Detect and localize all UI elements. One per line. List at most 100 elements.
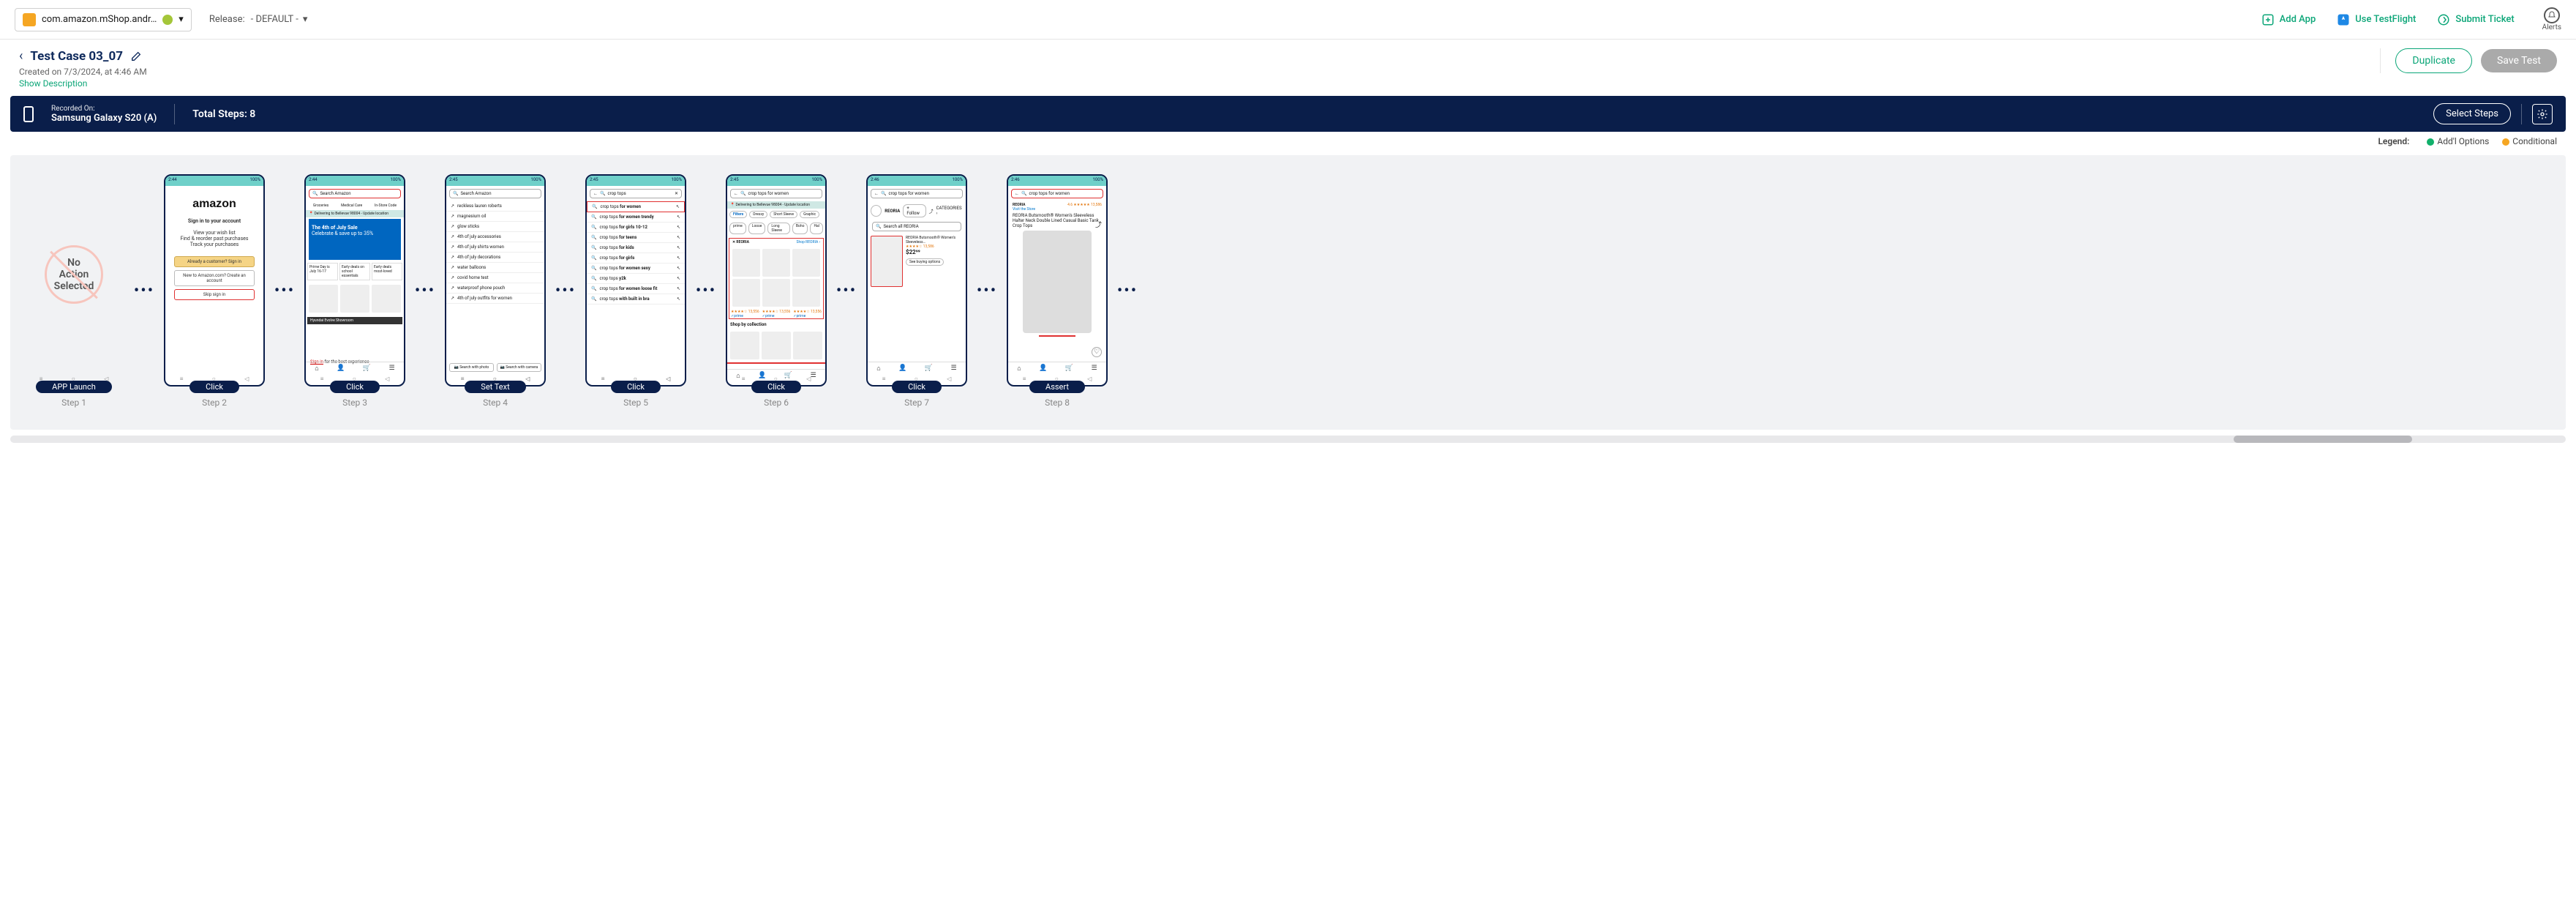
search-suggestion: ↗glow sticks bbox=[446, 222, 544, 232]
alerts-button[interactable]: Alerts bbox=[2542, 7, 2561, 31]
search-suggestion: ↗water balloons bbox=[446, 263, 544, 273]
phone-screenshot[interactable]: NoActionSelected≡○◁ bbox=[23, 174, 124, 386]
step-label: Step 1 bbox=[61, 397, 86, 408]
signin-line: Find & reorder past purchases bbox=[170, 236, 259, 242]
add-app-link[interactable]: Add App bbox=[2261, 12, 2316, 27]
product-thumb bbox=[732, 249, 760, 277]
search-box: 🔍Search Amazon bbox=[309, 189, 401, 198]
show-description-link[interactable]: Show Description bbox=[19, 78, 147, 89]
brand-search: 🔍Search all REORIA bbox=[872, 222, 961, 231]
amazon-app-icon bbox=[23, 13, 36, 26]
product-thumb bbox=[732, 279, 760, 307]
signin-button: Already a customer? Sign in bbox=[174, 256, 255, 267]
nav-tab: In-Store Code bbox=[375, 203, 397, 208]
legend-dot-green bbox=[2427, 138, 2434, 146]
insert-icon: ↖ bbox=[677, 296, 680, 302]
step-connector-menu[interactable]: ••• bbox=[411, 282, 439, 300]
search-suggestion: ↗4th of july outfits for women bbox=[446, 294, 544, 304]
step-1[interactable]: NoActionSelected≡○◁APP Launch Step 1 bbox=[23, 174, 124, 408]
android-icon bbox=[162, 15, 173, 25]
search-icon: 🔍 bbox=[591, 245, 596, 250]
search-suggestion: 🔍crop tops for girls 10-12↖ bbox=[587, 223, 685, 233]
phone-screenshot[interactable]: 2:46100%←🔍crop tops for womenREORIA+ Fol… bbox=[866, 174, 967, 386]
submit-ticket-link[interactable]: Submit Ticket bbox=[2436, 12, 2514, 27]
step-8[interactable]: 2:46100%←🔍crop tops for womenREORIAVisit… bbox=[1007, 174, 1108, 408]
step-action-pill[interactable]: Click bbox=[892, 381, 942, 393]
edit-icon[interactable] bbox=[130, 51, 142, 62]
phone-screenshot[interactable]: 2:45100%←🔍crop tops for women📍 Deliverin… bbox=[726, 174, 827, 386]
no-action-indicator: NoActionSelected bbox=[45, 245, 103, 304]
step-7[interactable]: 2:46100%←🔍crop tops for womenREORIA+ Fol… bbox=[866, 174, 967, 408]
deliver-to-bar: 📍 Delivering to Bellevue 98004 - Update … bbox=[306, 210, 404, 217]
search-method-btn: 📷 Search with camera bbox=[497, 363, 541, 372]
step-3[interactable]: 2:44100%🔍Search AmazonGroceriesMedical C… bbox=[304, 174, 405, 408]
step-connector-menu[interactable]: ••• bbox=[1114, 282, 1141, 300]
step-action-pill[interactable]: Set Text bbox=[465, 381, 525, 393]
filter-chip: Dressy bbox=[749, 211, 767, 218]
step-action-pill[interactable]: Click bbox=[611, 381, 661, 393]
step-action-pill[interactable]: Click bbox=[189, 381, 239, 393]
save-test-button[interactable]: Save Test bbox=[2481, 49, 2557, 72]
step-5[interactable]: 2:45100%← 🔍crop tops✕🔍crop tops for wome… bbox=[585, 174, 686, 408]
step-6[interactable]: 2:45100%←🔍crop tops for women📍 Deliverin… bbox=[726, 174, 827, 408]
filter-chip: Filters bbox=[729, 211, 747, 218]
phone-screenshot[interactable]: 2:45100%🔍Search Amazon↗reckless lauren r… bbox=[445, 174, 546, 386]
insert-icon: ↖ bbox=[677, 276, 680, 281]
step-action-pill[interactable]: APP Launch bbox=[36, 381, 112, 393]
phone-screenshot[interactable]: 2:44100%amazonSign in to your accountVie… bbox=[164, 174, 265, 386]
product-image bbox=[1023, 231, 1092, 333]
step-connector-menu[interactable]: ••• bbox=[552, 282, 579, 300]
product-thumb bbox=[762, 249, 790, 277]
step-2[interactable]: 2:44100%amazonSign in to your accountVie… bbox=[164, 174, 265, 408]
back-chevron-icon[interactable]: ‹ bbox=[19, 48, 23, 64]
release-select[interactable]: - DEFAULT - ▾ bbox=[251, 14, 308, 25]
recording-bar: Recorded On: Samsung Galaxy S20 (A) Tota… bbox=[10, 96, 2566, 132]
use-testflight-link[interactable]: Use TestFlight bbox=[2336, 12, 2416, 27]
insert-icon: ↖ bbox=[677, 255, 680, 261]
duplicate-button[interactable]: Duplicate bbox=[2395, 48, 2472, 73]
app-selector[interactable]: com.amazon.mShop.andr… ▾ bbox=[15, 8, 192, 31]
step-connector-menu[interactable]: ••• bbox=[973, 282, 1001, 300]
nav-tab: Groceries bbox=[313, 203, 328, 208]
step-label: Step 6 bbox=[764, 397, 789, 408]
insert-icon: ↖ bbox=[677, 235, 680, 240]
search-icon: 🔍 bbox=[453, 191, 458, 196]
search-icon: 🔍 bbox=[591, 286, 596, 291]
step-connector-menu[interactable]: ••• bbox=[833, 282, 860, 300]
horizontal-scrollbar[interactable] bbox=[10, 436, 2566, 443]
promo-card: Early deals on school essentials bbox=[339, 263, 370, 280]
step-connector-menu[interactable]: ••• bbox=[271, 282, 298, 300]
phone-screenshot[interactable]: 2:46100%←🔍crop tops for womenREORIAVisit… bbox=[1007, 174, 1108, 386]
created-on: Created on 7/3/2024, at 4:46 AM bbox=[19, 67, 147, 77]
product-price: $22⁹⁹ bbox=[906, 249, 963, 255]
categories-link: CATEGORIES › bbox=[936, 206, 963, 216]
release-label: Release: bbox=[209, 14, 245, 25]
settings-gear-button[interactable] bbox=[2532, 104, 2553, 124]
search-suggestion: ↗covid home test bbox=[446, 273, 544, 283]
amazon-logo: amazon bbox=[170, 198, 259, 211]
search-suggestion: 🔍crop tops for kids↖ bbox=[587, 243, 685, 253]
step-4[interactable]: 2:45100%🔍Search Amazon↗reckless lauren r… bbox=[445, 174, 546, 408]
search-box: ← 🔍crop tops✕ bbox=[590, 189, 682, 198]
step-connector-menu[interactable]: ••• bbox=[130, 282, 158, 300]
phone-statusbar: 2:45100% bbox=[446, 176, 544, 186]
select-steps-button[interactable]: Select Steps bbox=[2433, 103, 2511, 124]
insert-icon: ↖ bbox=[677, 225, 680, 230]
step-action-pill[interactable]: Assert bbox=[1029, 381, 1085, 393]
phone-statusbar: 2:44100% bbox=[306, 176, 404, 186]
phone-screenshot[interactable]: 2:45100%← 🔍crop tops✕🔍crop tops for wome… bbox=[585, 174, 686, 386]
signin-line: Track your purchases bbox=[170, 242, 259, 247]
search-box: ←🔍crop tops for women bbox=[1011, 189, 1103, 198]
signin-button: New to Amazon.com? Create an account bbox=[174, 270, 255, 286]
step-action-pill[interactable]: Click bbox=[330, 381, 380, 393]
insert-icon: ↖ bbox=[677, 245, 680, 250]
phone-statusbar: 2:45100% bbox=[727, 176, 825, 186]
phone-statusbar: 2:46100% bbox=[1008, 176, 1106, 186]
step-connector-menu[interactable]: ••• bbox=[692, 282, 720, 300]
search-icon: 🔍 bbox=[600, 191, 605, 196]
chevron-down-icon: ▾ bbox=[303, 14, 308, 25]
phone-screenshot[interactable]: 2:44100%🔍Search AmazonGroceriesMedical C… bbox=[304, 174, 405, 386]
search-icon: 🔍 bbox=[591, 214, 596, 220]
step-action-pill[interactable]: Click bbox=[751, 381, 801, 393]
legend-addl: Add'l Options bbox=[2437, 136, 2489, 146]
